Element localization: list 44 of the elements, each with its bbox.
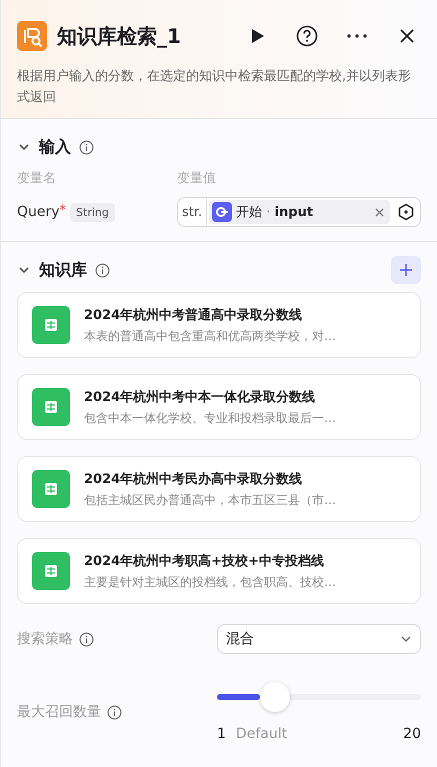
knowledge-description: 主要是针对主城区的投档线，包含职高、技校… [84,574,336,590]
knowledge-card[interactable]: 2024年杭州中考普通高中录取分数线 本表的普通高中包含重高和优高两类学校，对… [17,292,421,358]
node-logo-icon [17,21,47,51]
required-mark: * [60,202,66,218]
info-icon [79,140,94,154]
node-description: 根据用户输入的分数，在选定的知识中检索最匹配的学校,并以列表形式返回 [17,68,412,107]
slider-max: 20 [403,726,421,742]
slider-min: 1 [217,726,226,742]
info-icon [95,262,110,278]
spreadsheet-icon [32,470,70,508]
knowledge-title: 2024年杭州中考中本一体化录取分数线 [84,388,316,406]
knowledge-title: 2024年杭州中考民办高中录取分数线 [84,470,304,488]
add-button[interactable] [391,256,421,284]
variable-value-field[interactable]: str. 开始 · input [177,197,421,227]
clear-icon[interactable] [375,208,384,216]
knowledge-title: 2024年杭州中考普通高中录取分数线 [84,306,304,324]
column-header: 变量值 [177,170,217,187]
knowledge-card[interactable]: 2024年杭州中考中本一体化录取分数线 包含中本一体化学校、专业和投档录取最后一… [17,374,421,440]
spreadsheet-icon [32,388,70,426]
setting-label: 最大召回数量 [17,703,101,721]
info-icon [107,704,122,720]
knowledge-card[interactable]: 2024年杭州中考民办高中录取分数线 包括主城区民办普通高中，本市五区三县（市… [17,456,421,522]
slider-default-label: Default [234,726,288,742]
param-name: Query [17,204,60,220]
section-title: 知识库 [39,260,87,280]
knowledge-description: 本表的普通高中包含重高和优高两类学校，对… [84,328,336,344]
spreadsheet-icon [32,306,70,344]
plus-icon [400,264,412,276]
spreadsheet-icon [32,552,70,590]
knowledge-description: 包含中本一体化学校、专业和投档录取最后一… [84,410,336,426]
knowledge-description: 包括主城区民办普通高中，本市五区三县（市… [84,492,336,508]
start-node-icon [212,202,232,222]
knowledge-card[interactable]: 2024年杭州中考职高+技校+中专投档线 主要是针对主城区的投档线，包含职高、技校… [17,538,421,604]
section-title: 输入 [39,136,71,158]
info-icon [79,632,94,646]
strategy-select[interactable]: 混合 [217,624,421,654]
node-title: 知识库检索_1 [57,22,182,50]
setting-label: 搜索策略 [17,630,73,648]
slider[interactable] [217,682,421,712]
column-header: 变量名 [17,170,57,187]
variable-picker-icon[interactable] [397,203,415,221]
type-tag: String [70,202,115,222]
knowledge-title: 2024年杭州中考职高+技校+中专投档线 [84,552,325,570]
slider-thumb[interactable] [260,682,290,712]
